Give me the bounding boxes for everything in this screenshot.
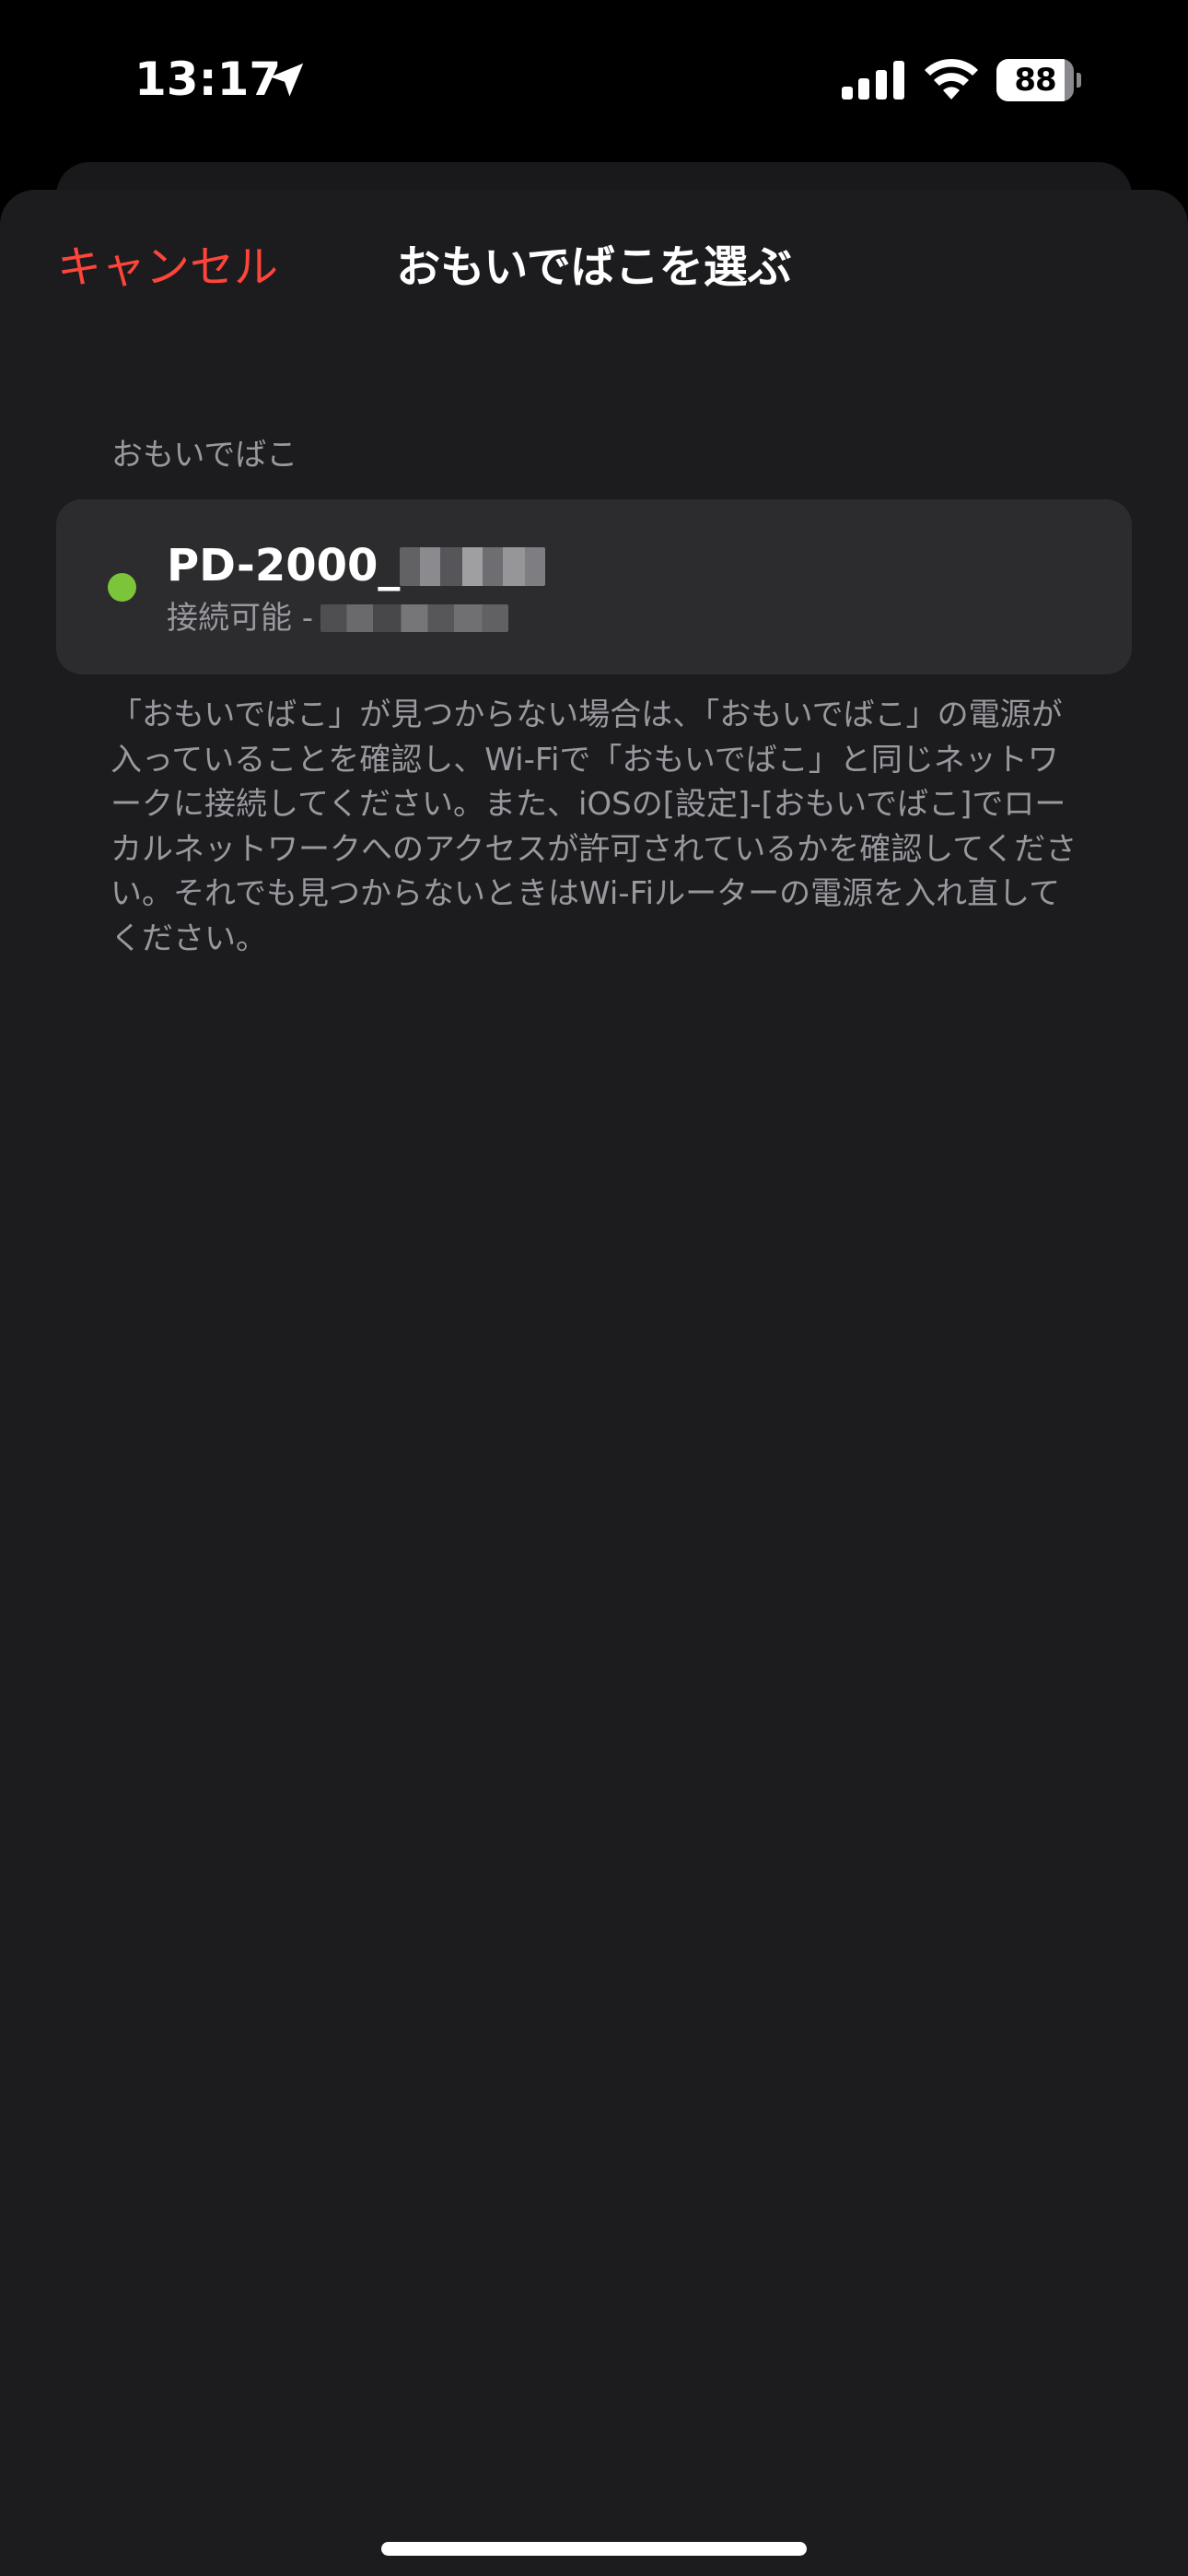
cellular-signal-icon: [842, 61, 904, 100]
device-status-row: 接続可能 -: [167, 597, 509, 639]
battery-icon: 88: [996, 59, 1081, 101]
redacted-ip-address: [320, 604, 509, 632]
device-name-row: PD-2000_: [167, 538, 546, 593]
device-status: 接続可能 -: [167, 600, 314, 637]
section-footer-note: 「おもいでばこ」が見つからない場合は、「おもいでばこ」の電源が入っていることを確…: [111, 697, 1077, 957]
connection-status-dot: [108, 573, 136, 602]
device-name: PD-2000_: [167, 540, 401, 591]
wifi-icon: [925, 58, 978, 100]
page-title: おもいでばこを選ぶ: [396, 241, 792, 293]
battery-level: 88: [1014, 62, 1056, 99]
status-bar: 13:17 88: [0, 0, 1188, 157]
status-time: 13:17: [134, 53, 282, 106]
section-header: おもいでばこ: [111, 437, 298, 474]
battery-body: 88: [996, 59, 1074, 101]
home-indicator[interactable]: [381, 2542, 807, 2556]
battery-tip: [1077, 73, 1081, 88]
redacted-serial: [400, 547, 546, 586]
device-list-item[interactable]: PD-2000_ 接続可能 -: [56, 499, 1132, 674]
location-arrow-icon: [270, 63, 304, 97]
